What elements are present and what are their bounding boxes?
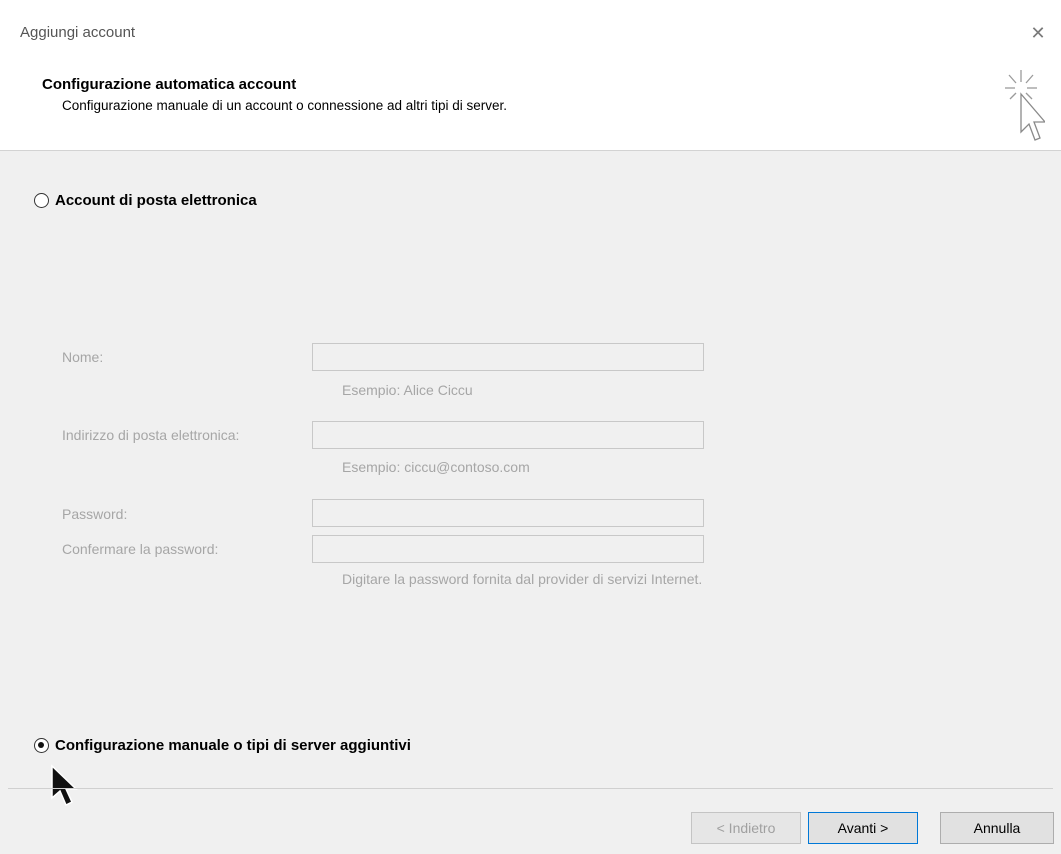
footer-separator	[8, 788, 1053, 789]
back-button[interactable]: < Indietro	[691, 812, 801, 844]
email-input[interactable]	[312, 421, 704, 449]
name-hint: Esempio: Alice Ciccu	[342, 382, 473, 398]
header-band: Configurazione automatica account Config…	[0, 58, 1061, 151]
header-subtitle: Configurazione manuale di un account o c…	[62, 98, 508, 113]
close-icon: ✕	[1030, 23, 1046, 43]
manual-config-option[interactable]: Configurazione manuale o tipi di server …	[34, 737, 411, 754]
email-account-label: Account di posta elettronica	[55, 192, 257, 209]
password-input[interactable]	[312, 499, 704, 527]
window-title: Aggiungi account	[20, 24, 136, 41]
name-input[interactable]	[312, 343, 704, 371]
manual-config-radio[interactable]	[34, 738, 49, 753]
confirm-password-input[interactable]	[312, 535, 704, 563]
name-label: Nome:	[62, 349, 104, 365]
email-account-radio[interactable]	[34, 193, 49, 208]
password-label: Password:	[62, 506, 128, 522]
add-account-dialog: Aggiungi account ✕ Configurazione automa…	[0, 0, 1061, 854]
wizard-cursor-icon	[1005, 70, 1045, 141]
password-hint: Digitare la password fornita dal provide…	[342, 571, 703, 587]
next-button[interactable]: Avanti >	[808, 812, 918, 844]
cancel-button[interactable]: Annulla	[940, 812, 1054, 844]
header-title: Configurazione automatica account	[42, 76, 297, 93]
email-label: Indirizzo di posta elettronica:	[62, 427, 240, 443]
close-button[interactable]: ✕	[1023, 18, 1053, 48]
confirm-password-label: Confermare la password:	[62, 541, 219, 557]
email-hint: Esempio: ciccu@contoso.com	[342, 459, 530, 475]
email-account-option[interactable]: Account di posta elettronica	[34, 192, 257, 209]
mouse-pointer-icon	[51, 764, 78, 807]
manual-config-label: Configurazione manuale o tipi di server …	[55, 737, 411, 754]
title-bar: Aggiungi account ✕	[0, 0, 1061, 58]
